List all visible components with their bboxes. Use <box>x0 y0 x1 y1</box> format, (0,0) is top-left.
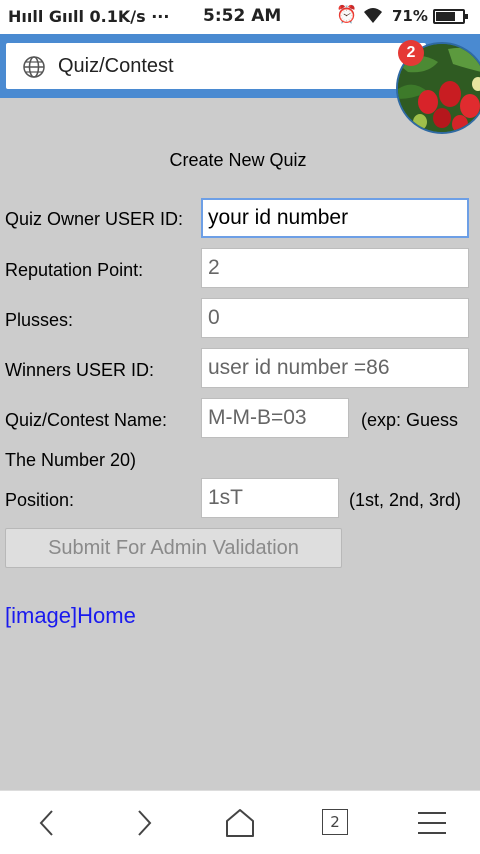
plusses-label: Plusses: <box>5 310 74 330</box>
form-heading: Create New Quiz <box>169 150 307 170</box>
submit-button[interactable]: Submit For Admin Validation <box>5 528 342 568</box>
contest-name-hint: (exp: Guess <box>361 410 459 430</box>
home-icon[interactable] <box>220 803 260 843</box>
plusses-input[interactable]: 0 <box>201 298 469 338</box>
tab-count-button[interactable]: 2 <box>322 809 348 835</box>
battery-icon <box>433 9 468 24</box>
contest-name-label: Quiz/Contest Name: <box>5 410 168 430</box>
url-box[interactable]: Quiz/Contest <box>6 43 426 89</box>
reputation-input[interactable]: 2 <box>201 248 469 288</box>
status-bar: Hııll Gııll 0.1K/s ··· 5:52 AM ⏰ 71% <box>0 0 480 34</box>
notification-badge: 2 <box>398 40 424 66</box>
owner-id-input[interactable]: your id number <box>201 198 469 238</box>
owner-id-label: Quiz Owner USER ID: <box>5 209 184 229</box>
reputation-label: Reputation Point: <box>5 260 144 280</box>
position-label: Position: <box>5 490 75 510</box>
bottom-nav: 2 <box>0 790 480 854</box>
page-title: Quiz/Contest <box>58 55 174 77</box>
winners-id-label: Winners USER ID: <box>5 360 155 380</box>
winners-id-input[interactable]: user id number =86 <box>201 348 469 388</box>
position-input[interactable]: 1sT <box>201 478 339 518</box>
wifi-icon <box>362 5 384 29</box>
chevron-left-icon[interactable] <box>28 803 68 843</box>
chevron-right-icon[interactable] <box>124 803 164 843</box>
globe-icon <box>23 56 45 78</box>
alarm-icon: ⏰ <box>336 5 358 25</box>
contest-name-input[interactable]: M-M-B=03 <box>201 398 349 438</box>
position-hint: (1st, 2nd, 3rd) <box>349 490 462 510</box>
signal-indicator: Hııll Gııll 0.1K/s ··· <box>8 7 170 26</box>
battery-percent: 71% <box>392 7 428 25</box>
contest-name-hint-cont: The Number 20) <box>5 450 137 470</box>
menu-icon[interactable] <box>412 803 452 843</box>
home-link[interactable]: [image]Home <box>5 603 136 629</box>
status-time: 5:52 AM <box>203 6 282 26</box>
